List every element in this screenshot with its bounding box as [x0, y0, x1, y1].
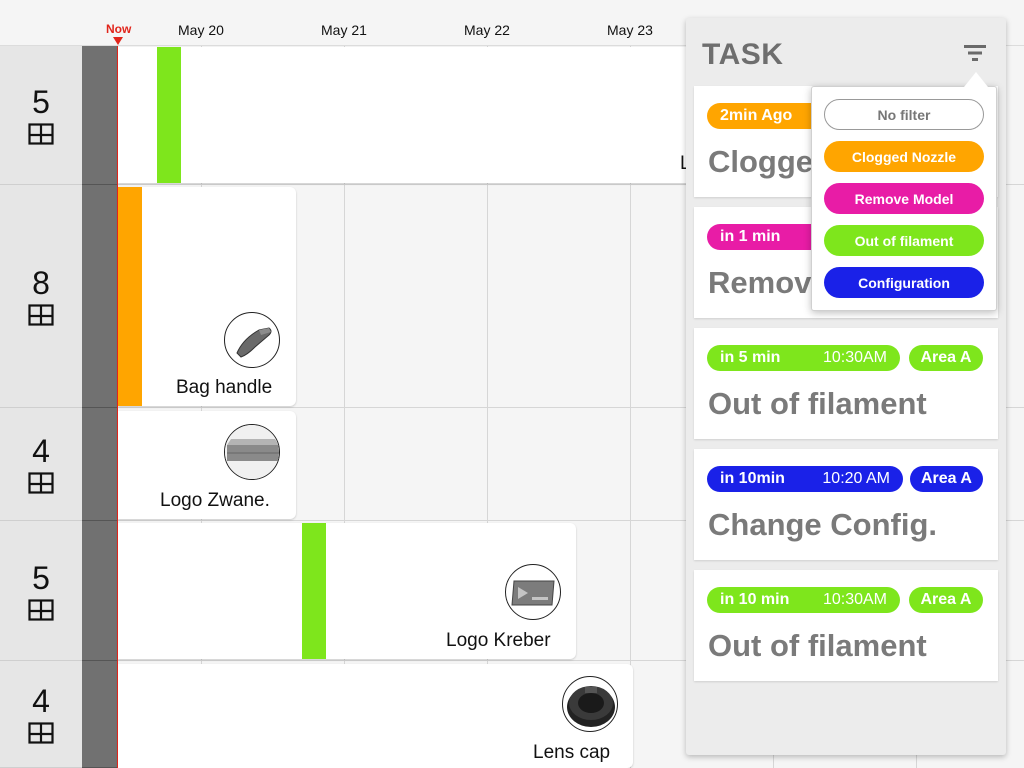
- build-plate-icon: [28, 123, 54, 145]
- task-card[interactable]: in 10min 10:20 AM Area A Change Config.: [694, 449, 998, 560]
- filter-option-configuration[interactable]: Configuration: [824, 267, 984, 298]
- job-card[interactable]: Logo Zwane.: [118, 411, 296, 519]
- task-card[interactable]: in 10 min 10:30AM Area A Out of filament: [694, 570, 998, 681]
- task-relative-time: in 10min: [720, 470, 785, 487]
- task-name: Out of filament: [708, 386, 927, 421]
- task-clock-time: 10:20 AM: [822, 470, 890, 487]
- printer-row-bar: [82, 408, 117, 521]
- filter-option-out-of-filament[interactable]: Out of filament: [824, 225, 984, 256]
- filter-option-no-filter[interactable]: No filter: [824, 99, 984, 130]
- job-status-stripe: [118, 187, 142, 406]
- printer-row-label[interactable]: 8: [0, 185, 82, 408]
- filter-icon[interactable]: [964, 45, 986, 61]
- bag-handle-model-icon: [224, 312, 280, 368]
- printer-count: 4: [32, 683, 50, 719]
- printer-row-label[interactable]: 4: [0, 408, 82, 521]
- job-card[interactable]: L: [118, 47, 698, 183]
- task-relative-time: in 1 min: [720, 228, 781, 245]
- printer-count: 5: [32, 559, 50, 596]
- job-status-stripe: [157, 47, 181, 183]
- date-label: May 23: [607, 22, 653, 38]
- task-time-badge: in 10min 10:20 AM: [707, 466, 903, 492]
- job-status-stripe: [302, 523, 326, 659]
- task-time-badge: in 10 min 10:30AM: [707, 587, 900, 613]
- task-name: Out of filament: [708, 628, 927, 663]
- printer-count: 8: [32, 265, 50, 301]
- now-marker-icon: [113, 37, 123, 45]
- task-name: Change Config.: [708, 507, 938, 542]
- task-clock-time: 10:30AM: [822, 349, 887, 366]
- printer-row-bar: [82, 661, 117, 768]
- task-name: Clogge: [708, 144, 814, 179]
- filter-dropdown: No filter Clogged Nozzle Remove Model Ou…: [811, 86, 997, 311]
- printer-count: 5: [32, 84, 50, 120]
- task-name: Remov: [708, 265, 812, 300]
- printer-row-bar: [82, 46, 117, 185]
- now-label: Now: [106, 22, 132, 36]
- task-relative-time: in 5 min: [720, 349, 781, 366]
- job-title: Lens cap: [533, 742, 611, 763]
- task-time-badge: 2min Ago: [707, 103, 825, 129]
- printer-row-bar: [82, 521, 117, 661]
- job-title: Logo Kreber: [446, 630, 551, 651]
- job-title: Bag handle: [176, 377, 273, 398]
- date-label: May 22: [464, 22, 510, 38]
- task-area-badge: Area A: [909, 587, 983, 613]
- task-clock-time: 10:30AM: [822, 591, 887, 608]
- logo-card-model-icon: [505, 564, 561, 620]
- task-time-badge: in 1 min: [707, 224, 825, 250]
- filter-dropdown-caret: [964, 72, 988, 87]
- build-plate-icon: [28, 472, 54, 494]
- task-area-badge: Area A: [910, 466, 983, 492]
- build-plate-icon: [28, 304, 54, 326]
- job-card[interactable]: Lens cap: [118, 664, 633, 768]
- filter-option-clogged-nozzle[interactable]: Clogged Nozzle: [824, 141, 984, 172]
- date-label: May 21: [321, 22, 367, 38]
- printer-row-bar: [82, 185, 117, 408]
- job-title: Logo Zwane.: [160, 490, 270, 511]
- build-plate-icon: [28, 722, 54, 744]
- lens-cap-model-icon: [562, 676, 618, 732]
- task-relative-time: in 10 min: [720, 591, 790, 608]
- date-label: May 20: [178, 22, 224, 38]
- task-area-badge: Area A: [909, 345, 983, 371]
- filter-option-remove-model[interactable]: Remove Model: [824, 183, 984, 214]
- printer-count: 4: [32, 433, 50, 469]
- printer-row-label[interactable]: 5: [0, 521, 82, 661]
- logo-plate-model-icon: [224, 424, 280, 480]
- job-card[interactable]: Bag handle: [118, 187, 296, 406]
- task-card[interactable]: in 5 min 10:30AM Area A Out of filament: [694, 328, 998, 439]
- task-relative-time: 2min Ago: [720, 107, 793, 124]
- task-panel-title: TASK: [702, 38, 784, 71]
- task-time-badge: in 5 min 10:30AM: [707, 345, 900, 371]
- now-line: [117, 46, 118, 768]
- printer-row-label[interactable]: 5: [0, 46, 82, 185]
- build-plate-icon: [28, 598, 54, 621]
- job-card[interactable]: Logo Kreber: [118, 523, 576, 659]
- printer-row-label[interactable]: 4: [0, 661, 82, 768]
